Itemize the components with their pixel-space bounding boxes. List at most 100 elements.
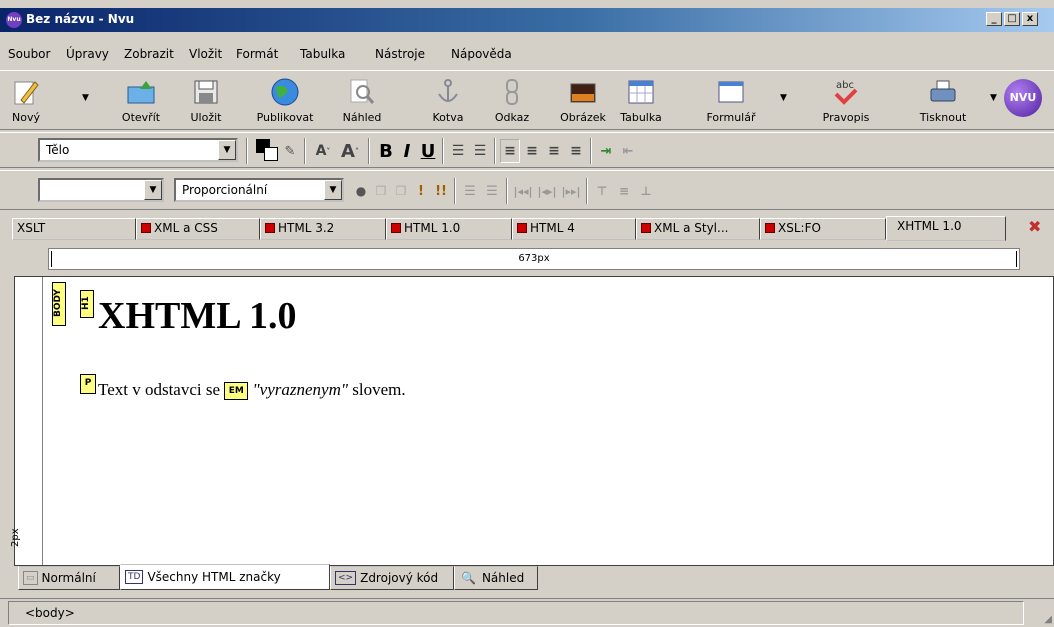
separator — [586, 178, 588, 204]
link-button[interactable]: Odkaz — [492, 73, 532, 127]
anchor-icon — [432, 77, 464, 107]
separator — [246, 138, 248, 164]
important-double-icon[interactable]: !! — [432, 179, 450, 203]
save-button[interactable]: Uložit — [188, 73, 224, 127]
menu-napoveda[interactable]: Nápověda — [451, 47, 512, 61]
new-button[interactable]: Nový — [2, 73, 50, 127]
page-heading[interactable]: XHTML 1.0 — [98, 294, 296, 338]
layer-position-icon[interactable]: ❐ — [392, 179, 410, 203]
table-button[interactable]: Tabulka — [618, 73, 664, 127]
align-justify-icon[interactable]: ≡ — [566, 139, 586, 163]
menu-soubor[interactable]: Soubor — [8, 47, 50, 61]
close-button[interactable]: x — [1022, 12, 1038, 26]
chevron-down-icon: ▼ — [324, 180, 342, 200]
tab-xslt[interactable]: XSLT — [12, 218, 136, 240]
em-tag-marker[interactable]: EM — [224, 382, 249, 400]
nvu-logo-icon: Nvu — [6, 12, 22, 28]
print-button[interactable]: Tisknout — [914, 73, 972, 127]
menu-nastroje[interactable]: Nástroje — [375, 47, 425, 61]
spellcheck-button[interactable]: abc Pravopis — [818, 73, 874, 127]
tag-path[interactable]: <body> — [8, 601, 1024, 625]
paragraph-style-select[interactable]: Tělo ▼ — [38, 138, 238, 162]
publish-button[interactable]: Publikovat — [250, 73, 320, 127]
image-button[interactable]: Obrázek — [558, 73, 608, 127]
tab-html-4[interactable]: HTML 4 — [512, 218, 636, 240]
form-button[interactable]: Formulář — [700, 73, 762, 127]
tab-source-code[interactable]: <> Zdrojový kód — [330, 566, 454, 590]
tab-xhtml-1-0[interactable]: XHTML 1.0 — [886, 216, 1006, 241]
css-style-icon[interactable]: ● — [352, 179, 370, 203]
horizontal-ruler: 673px — [48, 248, 1020, 270]
chevron-down-icon: ▼ — [218, 140, 236, 160]
bullet-list-icon[interactable]: ☰ — [470, 139, 490, 163]
minimize-button[interactable]: _ — [986, 12, 1002, 26]
menu-upravy[interactable]: Úpravy — [66, 47, 109, 61]
text-color-picker[interactable] — [256, 139, 278, 161]
nvu-window: Nvu Bez názvu - Nvu _ □ x Soubor Úpravy … — [0, 0, 1054, 627]
anchor-button[interactable]: Kotva — [428, 73, 468, 127]
highlight-icon[interactable]: ✎ — [280, 139, 300, 163]
nvu-logo-icon: NVU — [1004, 79, 1042, 117]
line-spacing-icon[interactable]: ☰ — [460, 179, 480, 203]
tab-preview[interactable]: 🔍 Náhled — [454, 566, 538, 590]
indent-icon[interactable]: ⇥ — [596, 139, 616, 163]
font-larger-icon[interactable]: A ˄ — [338, 139, 362, 163]
resize-grip-icon[interactable]: ◢ — [1044, 614, 1052, 625]
important-icon[interactable]: ! — [414, 179, 428, 203]
tab-html-3-2[interactable]: HTML 3.2 — [260, 218, 386, 240]
paragraph[interactable]: Text v odstavci se EM "vyraznenym" slove… — [98, 380, 406, 400]
separator — [368, 138, 370, 164]
close-tab-icon[interactable]: ✖ — [1028, 217, 1041, 236]
window-title: Bez názvu - Nvu — [26, 12, 135, 26]
bold-icon[interactable]: B — [376, 139, 396, 163]
line-spacing-2-icon[interactable]: ☰ — [482, 179, 502, 203]
menu-zobrazit[interactable]: Zobrazit — [124, 47, 174, 61]
tab-xml-a-styl[interactable]: XML a Styl... — [636, 218, 760, 240]
tab-xml-a-css[interactable]: XML a CSS — [136, 218, 260, 240]
valign-bottom-icon[interactable]: ⊥ — [636, 179, 656, 203]
background-color-swatch — [264, 147, 278, 161]
tab-html-1-0[interactable]: HTML 1.0 — [386, 218, 512, 240]
italic-icon[interactable]: I — [398, 139, 416, 163]
layer-icon[interactable]: ❐ — [372, 179, 390, 203]
font-select[interactable]: Proporcionální ▼ — [174, 178, 344, 202]
font-smaller-icon[interactable]: A ˅ — [312, 139, 334, 163]
tab-all-html-tags[interactable]: TD Všechny HTML značky — [120, 564, 330, 590]
modified-icon — [265, 223, 275, 233]
separator — [304, 138, 306, 164]
form-dropdown-icon[interactable]: ▼ — [780, 93, 787, 103]
h1-tag-marker[interactable]: H1 — [80, 290, 94, 318]
globe-icon — [269, 77, 301, 107]
valign-top-icon[interactable]: ⊤ — [592, 179, 612, 203]
p-tag-marker[interactable]: P — [80, 374, 96, 394]
open-button[interactable]: Otevřít — [116, 73, 166, 127]
source-code-icon: <> — [335, 571, 357, 585]
underline-icon[interactable]: U — [418, 139, 438, 163]
new-dropdown-icon[interactable]: ▼ — [82, 93, 89, 103]
align-center-icon[interactable]: ≡ — [522, 139, 542, 163]
letter-spacing-icon[interactable]: |◂▸| — [536, 179, 558, 203]
tab-xsl-fo[interactable]: XSL:FO — [760, 218, 886, 240]
body-tag-marker[interactable]: BODY — [52, 282, 66, 326]
magnifier-icon — [346, 77, 378, 107]
spacing-icon[interactable]: |▸▸| — [560, 179, 582, 203]
new-document-icon — [10, 77, 42, 107]
align-left-icon[interactable]: ≡ — [500, 139, 520, 163]
word-spacing-icon[interactable]: |◂◂| — [512, 179, 534, 203]
class-select[interactable]: ▼ — [38, 178, 164, 202]
numbered-list-icon[interactable]: ☰ — [448, 139, 468, 163]
menu-format[interactable]: Formát — [236, 47, 278, 61]
composition-toolbar: Nový ▼ Otevřít Uložit Publikovat Náhled … — [0, 70, 1054, 130]
valign-middle-icon[interactable]: ≡ — [614, 179, 634, 203]
maximize-button[interactable]: □ — [1004, 12, 1020, 26]
tab-normal[interactable]: ▭ Normální — [18, 566, 120, 590]
print-dropdown-icon[interactable]: ▼ — [990, 93, 997, 103]
menu-tabulka[interactable]: Tabulka — [300, 47, 345, 61]
separator — [454, 178, 456, 204]
align-right-icon[interactable]: ≡ — [544, 139, 564, 163]
preview-button[interactable]: Náhled — [340, 73, 384, 127]
outdent-icon[interactable]: ⇤ — [618, 139, 638, 163]
format-toolbar-2: ▼ Proporcionální ▼ ● ❐ ❐ ! !! ☰ ☰ |◂◂| |… — [0, 170, 1054, 210]
separator — [494, 138, 496, 164]
menu-vlozit[interactable]: Vložit — [189, 47, 222, 61]
